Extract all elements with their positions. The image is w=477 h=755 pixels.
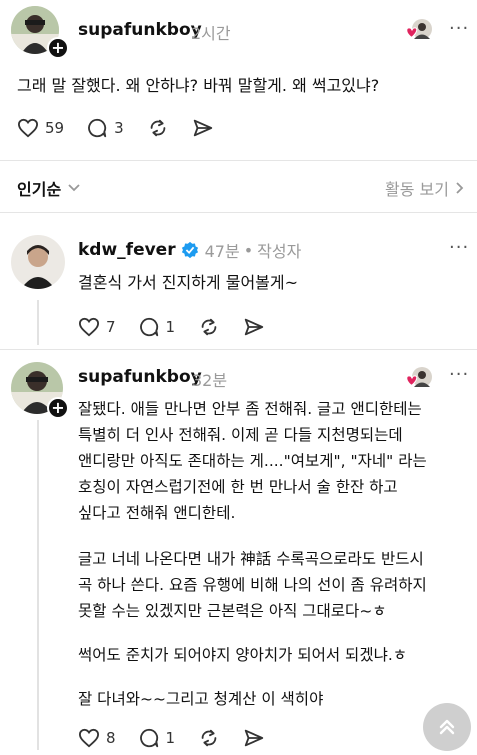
- send-icon: [193, 119, 212, 137]
- repost-button[interactable]: [146, 117, 170, 139]
- text-line: 앤디랑만 아직도 존대하는 게...."여보게", "자네" 라는: [78, 452, 427, 470]
- chevron-down-icon: [68, 184, 80, 192]
- like-button[interactable]: 59: [17, 118, 64, 138]
- author-tag: 작성자: [257, 242, 302, 261]
- repost-button[interactable]: [197, 727, 221, 749]
- reply-button[interactable]: 1: [138, 727, 176, 749]
- post-actions: 59 3: [17, 115, 214, 141]
- follow-plus-button[interactable]: +: [47, 397, 69, 419]
- text-line: 글고 너네 나온다면 내가 神話 수록곡으로라도 반드시: [78, 550, 424, 568]
- avatar[interactable]: [11, 235, 65, 289]
- comment: kdw_fever 47분 • 작성자 ··· 결혼식 가서 진지하게 물어볼게…: [0, 213, 477, 348]
- heart-icon: [78, 728, 100, 748]
- comment-header: kdw_fever 47분 • 작성자: [78, 238, 301, 262]
- text-line: 특별히 더 인사 전해줘. 이제 곧 다들 지천명되는데: [78, 426, 403, 444]
- share-button[interactable]: [192, 117, 214, 139]
- reply-button[interactable]: 3: [86, 117, 124, 139]
- text-line: 썩어도 준치가 되어야지 양아치가 되어서 되겠냐.ㅎ: [78, 646, 408, 664]
- share-button[interactable]: [243, 316, 265, 338]
- like-count: 59: [45, 119, 65, 137]
- reply-count: 1: [165, 729, 176, 747]
- repost-button[interactable]: [197, 316, 221, 338]
- chevron-right-icon: [456, 182, 464, 194]
- sort-label: 인기순: [17, 180, 62, 199]
- comment-time: 47분: [204, 242, 240, 261]
- text-line: 잘 다녀와~~그리고 청계산 이 색히야: [78, 690, 324, 708]
- follow-plus-button[interactable]: +: [47, 37, 69, 59]
- like-button[interactable]: 8: [78, 728, 116, 748]
- text-line: 잘됐다. 애들 만나면 안부 좀 전해줘. 글고 앤디한테는: [78, 400, 422, 418]
- sort-bar: 인기순 활동 보기: [0, 161, 477, 211]
- repost-icon: [201, 318, 217, 336]
- liked-avatar-icon[interactable]: [404, 17, 434, 41]
- reply-count: 1: [165, 318, 176, 336]
- text-line: 호칭이 자연스럽기전에 한 번 만나서 술 한잔 하고: [78, 478, 398, 496]
- like-count: 7: [106, 318, 116, 336]
- comment-icon: [139, 317, 158, 337]
- comment-time: 32분: [192, 371, 228, 390]
- scroll-to-top-button[interactable]: [423, 703, 471, 751]
- activity-link[interactable]: 활동 보기: [385, 176, 465, 200]
- verified-badge-icon: [181, 241, 198, 259]
- like-count: 8: [106, 729, 116, 747]
- repost-icon: [201, 729, 217, 747]
- more-options-icon[interactable]: ···: [449, 364, 469, 385]
- comment-actions: 7 1: [78, 314, 265, 340]
- avatar-image: [11, 235, 65, 289]
- more-options-icon[interactable]: ···: [449, 18, 469, 39]
- comment-icon: [139, 728, 158, 748]
- double-chevron-up-icon: [439, 719, 455, 735]
- heart-icon: [17, 118, 39, 138]
- liked-avatar-icon[interactable]: [404, 365, 434, 389]
- send-icon: [244, 318, 264, 336]
- thread-line: [37, 300, 39, 345]
- text-line: 곡 하나 쓴다. 요즘 유행에 비해 나의 선이 좀 유려하지: [78, 576, 427, 594]
- text-line: 못할 수는 있겠지만 근본력은 아직 그대로다~ㅎ: [78, 602, 387, 620]
- comment-username[interactable]: kdw_fever: [78, 240, 176, 260]
- share-button[interactable]: [243, 727, 265, 749]
- thread-line: [37, 420, 39, 750]
- sort-dropdown[interactable]: 인기순: [17, 176, 81, 200]
- comment-username[interactable]: supafunkboy: [78, 367, 202, 387]
- like-button[interactable]: 7: [78, 317, 116, 337]
- send-icon: [244, 729, 264, 747]
- repost-icon: [150, 119, 165, 137]
- more-options-icon[interactable]: ···: [449, 237, 469, 258]
- original-post: + supafunkboy 2시간 ··· 그래 말 잘했다. 왜 안하냐? 바…: [0, 0, 477, 160]
- separator-dot: •: [243, 240, 254, 260]
- post-time: 2시간: [191, 24, 231, 43]
- reply-button[interactable]: 1: [138, 316, 176, 338]
- heart-icon: [78, 317, 100, 337]
- activity-label: 활동 보기: [385, 180, 449, 199]
- text-line: 싶다고 전해줘 앤디한테.: [78, 504, 236, 522]
- comment-text: 결혼식 가서 진지하게 물어볼게~: [78, 273, 299, 292]
- comment-icon: [88, 118, 107, 138]
- post-username[interactable]: supafunkboy: [78, 20, 202, 40]
- comment: + supafunkboy 32분 ··· 잘됐다. 애들 만나면 안부 좀 전…: [0, 350, 477, 755]
- comment-actions: 8 1: [78, 725, 265, 751]
- reply-count: 3: [114, 119, 124, 137]
- post-text: 그래 말 잘했다. 왜 안하냐? 바꿔 말할게. 왜 썩고있냐?: [17, 76, 380, 95]
- comment-text: 잘됐다. 애들 만나면 안부 좀 전해줘. 글고 앤디한테는 특별히 더 인사 …: [78, 396, 473, 712]
